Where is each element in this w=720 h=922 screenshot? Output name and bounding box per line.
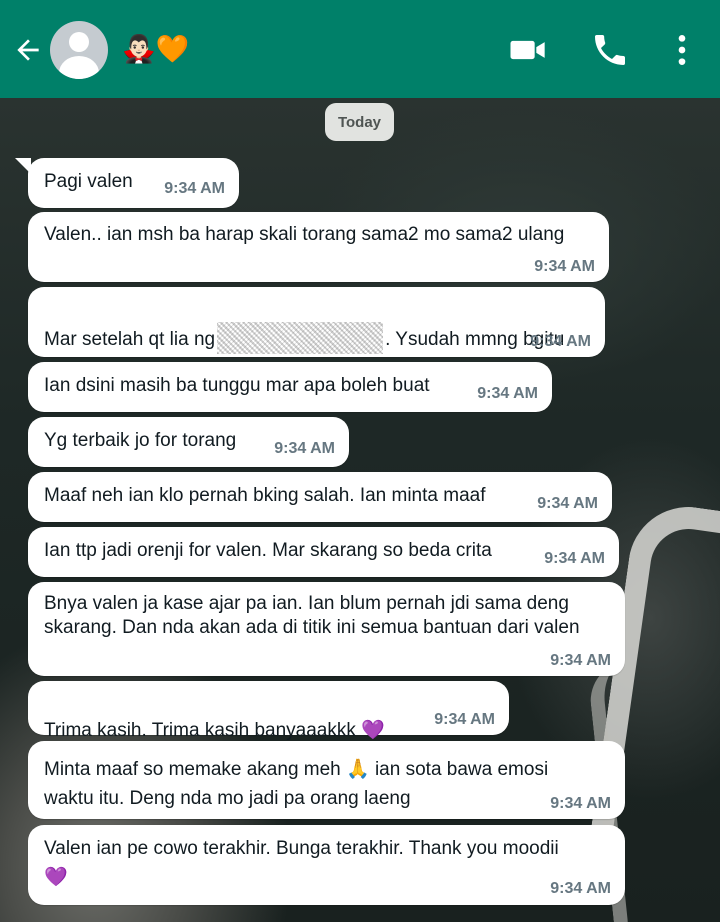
message-time: 9:34 AM — [550, 652, 611, 669]
message-text: Maaf neh ian klo pernah bking salah. Ian… — [44, 485, 486, 506]
avatar-head-shape — [69, 32, 89, 52]
message-bubble[interactable]: Bnya valen ja kase ajar pa ian. Ian blum… — [28, 582, 625, 676]
message-text: Ian ttp jadi orenji for valen. Mar skara… — [44, 540, 492, 561]
message-text: Ian dsini masih ba tunggu mar apa boleh … — [44, 375, 430, 396]
contact-name[interactable]: 🧛🏻‍♂️🧡 — [122, 33, 189, 67]
message-text: Yg terbaik jo for torang — [44, 430, 237, 451]
avatar[interactable] — [50, 21, 108, 79]
message-time: 9:34 AM — [550, 880, 611, 897]
video-call-icon[interactable] — [508, 30, 548, 70]
avatar-body-shape — [59, 56, 99, 79]
message-bubble[interactable]: Maaf neh ian klo pernah bking salah. Ian… — [28, 472, 612, 522]
message-bubble[interactable]: Ian dsini masih ba tunggu mar apa boleh … — [28, 362, 552, 412]
message-text: Valen.. ian msh ba harap skali torang sa… — [44, 224, 565, 245]
message-text: Mar setelah qt lia ng. Ysudah mmng bgitu — [44, 298, 564, 354]
bubble-tail — [15, 158, 31, 174]
message-time: 9:34 AM — [274, 440, 335, 457]
message-time: 9:34 AM — [537, 495, 598, 512]
message-time: 9:34 AM — [544, 550, 605, 567]
chat-header: 🧛🏻‍♂️🧡 — [0, 0, 720, 98]
redacted-content — [217, 322, 384, 354]
message-time: 9:34 AM — [534, 258, 595, 275]
more-options-icon[interactable] — [662, 30, 702, 70]
message-text: Trima kasih. Trima kasih banyaaakkk 💜 — [44, 695, 385, 743]
date-chip: Today — [325, 103, 394, 141]
message-bubble[interactable]: Yg terbaik jo for torang 9:34 AM — [28, 417, 349, 467]
message-time: 9:34 AM — [477, 385, 538, 402]
message-time: 9:34 AM — [164, 180, 225, 197]
message-bubble[interactable]: Minta maaf so memake akang meh 🙏 ian sot… — [28, 741, 625, 819]
back-arrow-icon[interactable] — [12, 34, 44, 66]
message-bubble[interactable]: Valen ian pe cowo terakhir. Bunga terakh… — [28, 825, 625, 905]
message-text: Bnya valen ja kase ajar pa ian. Ian blum… — [44, 593, 580, 638]
message-time: 9:34 AM — [550, 795, 611, 812]
message-bubble[interactable]: Ian ttp jadi orenji for valen. Mar skara… — [28, 527, 619, 577]
message-bubble[interactable]: Valen.. ian msh ba harap skali torang sa… — [28, 212, 609, 282]
message-bubble[interactable]: Pagi valen 9:34 AM — [15, 158, 239, 208]
message-text-part: Trima kasih. Trima kasih banyaaakkk 💜 — [44, 720, 385, 741]
message-bubble[interactable]: Trima kasih. Trima kasih banyaaakkk 💜 9:… — [28, 681, 509, 741]
message-time: 9:34 AM — [530, 333, 591, 350]
phone-call-icon[interactable] — [590, 30, 630, 70]
message-text: Valen ian pe cowo terakhir. Bunga terakh… — [44, 838, 559, 888]
message-text: Minta maaf so memake akang meh 🙏 ian sot… — [44, 759, 549, 809]
message-text: Pagi valen — [44, 171, 133, 192]
message-text-part: Mar setelah qt lia ng — [44, 329, 216, 350]
message-time: 9:34 AM — [434, 711, 495, 728]
message-bubble[interactable]: Mar setelah qt lia ng. Ysudah mmng bgitu… — [28, 287, 605, 357]
